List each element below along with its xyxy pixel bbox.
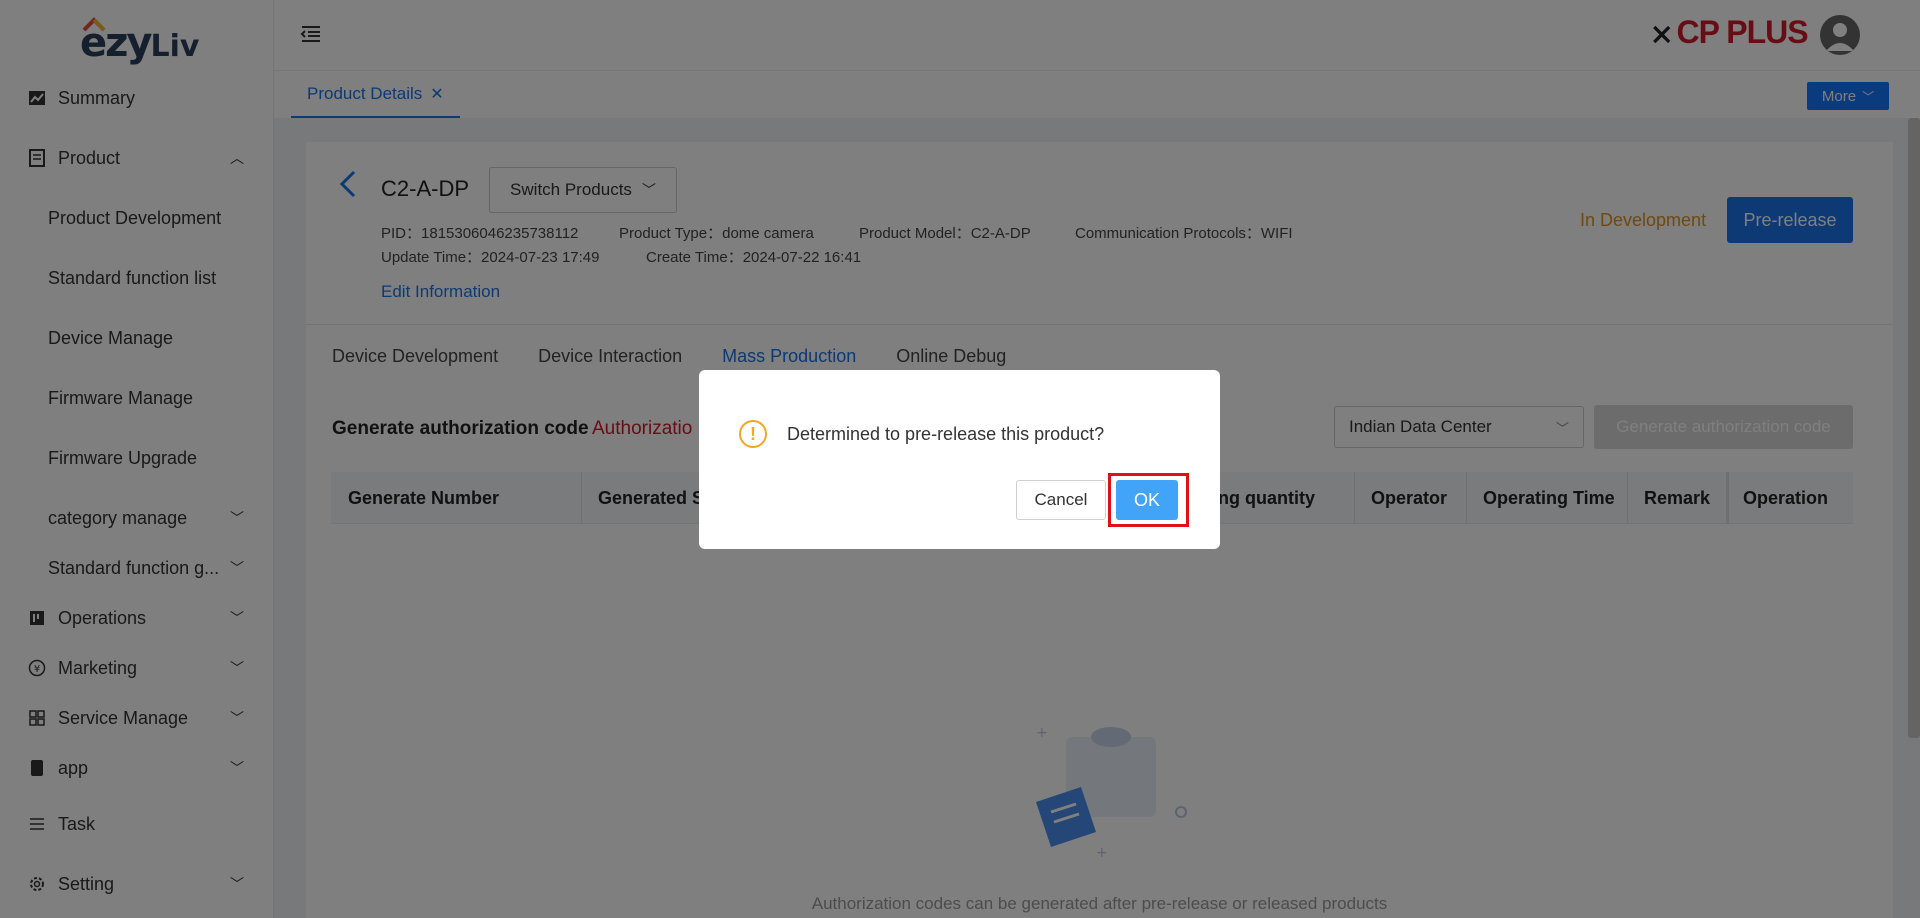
dialog-message: Determined to pre-release this product? [787,424,1105,444]
ok-button-highlight [1108,473,1189,527]
warning-icon: ! [739,420,767,448]
cancel-button[interactable]: Cancel [1016,480,1106,520]
confirm-dialog: ! Determined to pre-release this product… [699,370,1220,549]
